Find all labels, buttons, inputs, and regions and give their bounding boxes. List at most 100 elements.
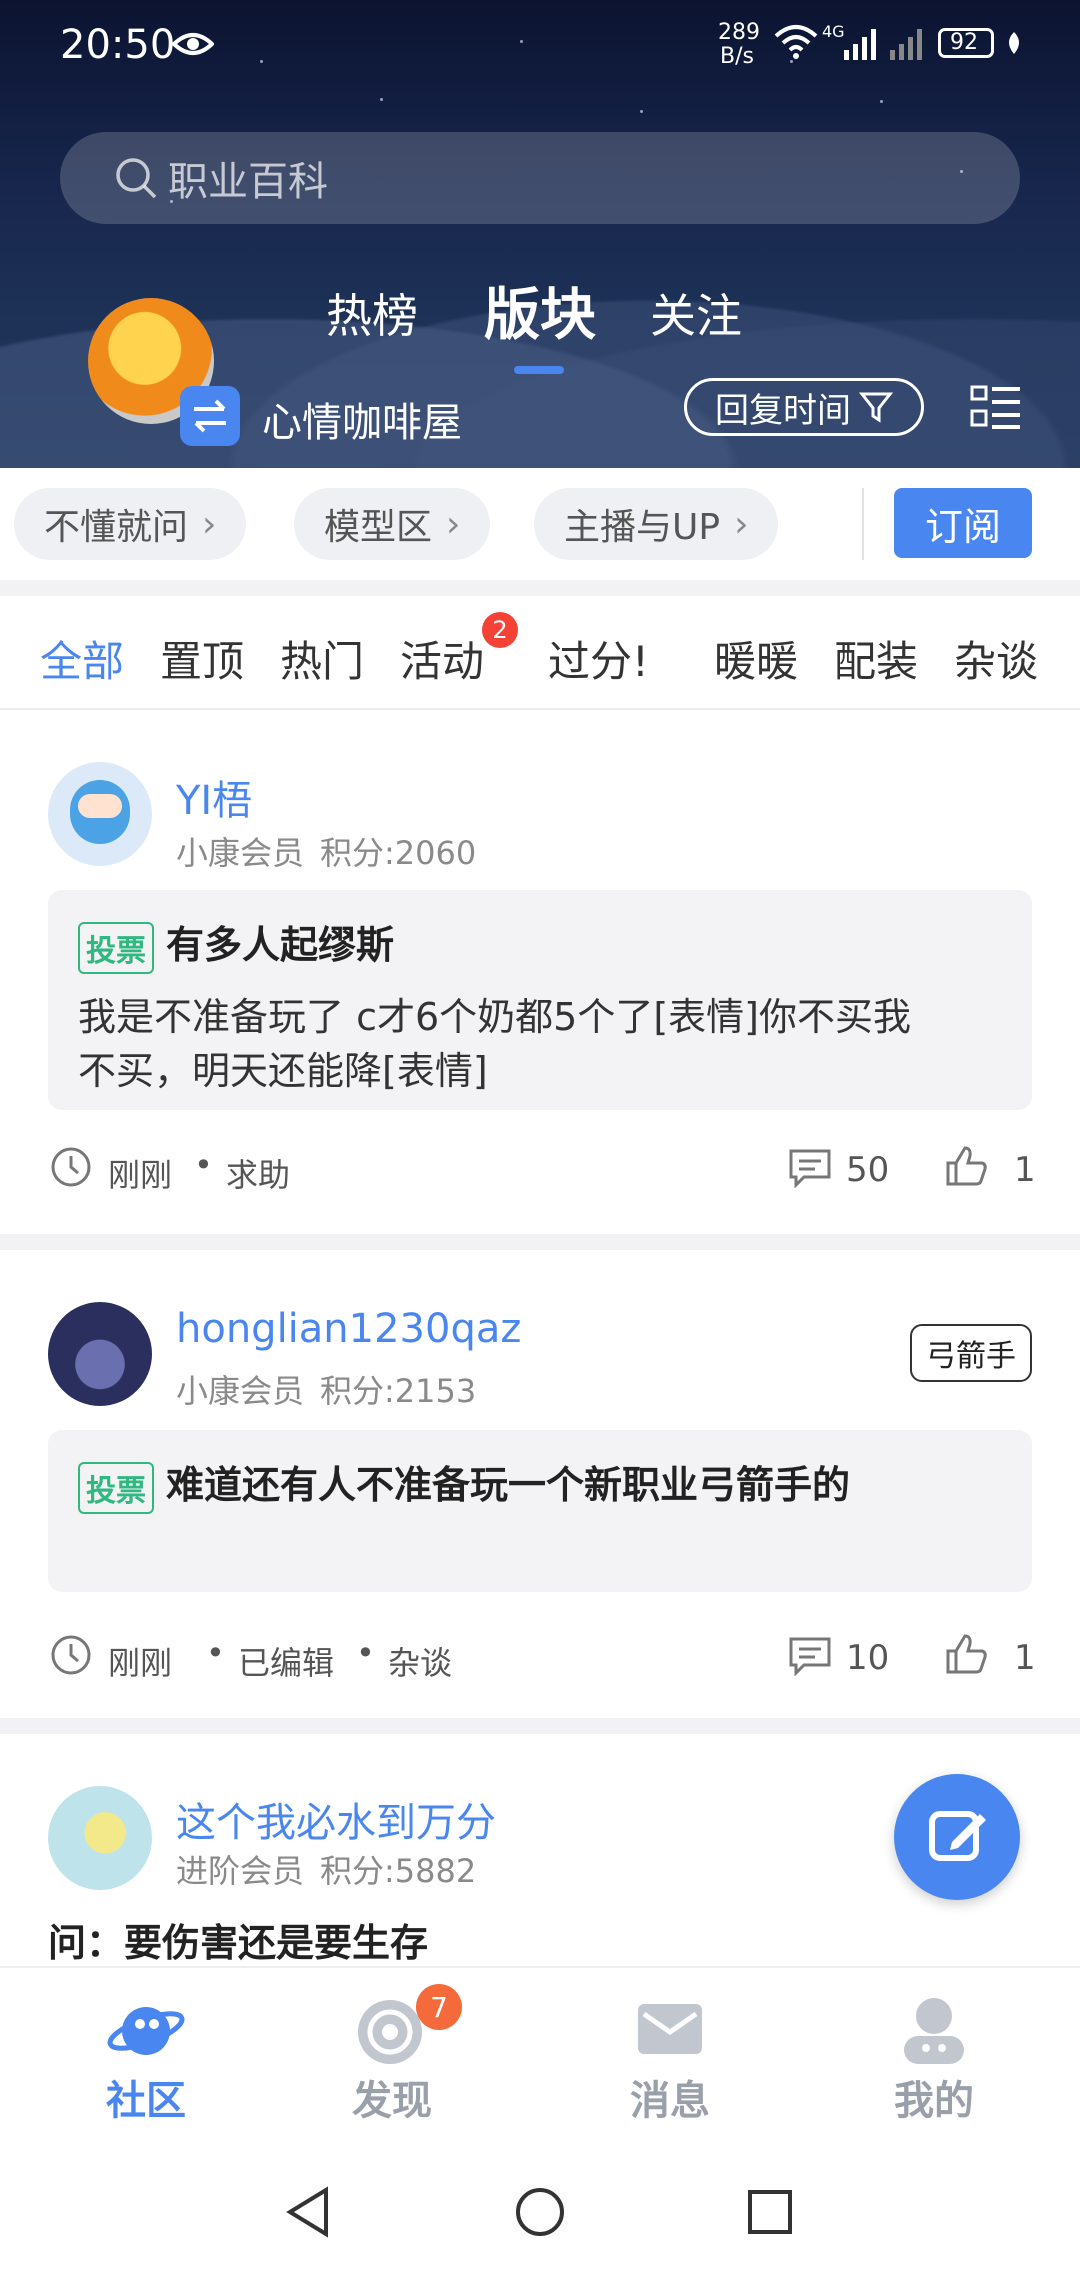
member-score: 积分:2060 <box>320 834 477 872</box>
category-tab-overboard[interactable]: 过分! <box>548 628 649 689</box>
sub-board-label: 模型区 <box>324 507 433 548</box>
post-time: 刚刚 <box>108 1156 173 1194</box>
filter-icon <box>859 392 893 423</box>
active-tab-indicator <box>514 366 564 374</box>
subscribe-button[interactable]: 订阅 <box>894 488 1032 558</box>
search-bar[interactable]: 职业百科 <box>60 132 1020 224</box>
avatar[interactable] <box>48 1302 152 1406</box>
post-username[interactable]: 这个我必水到万分 <box>176 1790 496 1848</box>
member-level: 小康会员 <box>176 834 305 872</box>
board-name[interactable]: 心情咖啡屋 <box>262 390 462 448</box>
discover-badge-count: 7 <box>430 1990 448 2024</box>
net-speed-unit: B/s <box>720 44 754 69</box>
section-divider <box>0 580 1080 596</box>
post-username[interactable]: YI梧 <box>176 768 252 826</box>
post-card[interactable]: honglian1230qaz 小康会员 积分:2153 弓箭手 投票 难道还有人… <box>0 1250 1080 1718</box>
bottom-nav: 7 社区 发现 消息 我的 <box>0 1966 1080 2126</box>
category-tab-pinned[interactable]: 置顶 <box>160 628 244 689</box>
search-icon <box>116 158 157 199</box>
wifi-icon <box>774 25 818 59</box>
mail-icon[interactable] <box>634 1998 706 2062</box>
home-icon[interactable] <box>514 2186 566 2238</box>
category-tab-hot[interactable]: 热门 <box>280 628 364 689</box>
net-speed-value: 289 <box>718 20 760 45</box>
member-level: 进阶会员 <box>176 1852 305 1890</box>
category-tab-chat[interactable]: 杂谈 <box>954 628 1038 689</box>
post-content[interactable]: 投票 有多人起缪斯 我是不准备玩了 c才6个奶都5个了[表情]你不买我 不买，明天… <box>48 890 1032 1110</box>
post-body-line: 我是不准备玩了 c才6个奶都5个了[表情]你不买我 <box>78 995 911 1039</box>
sub-board-label: 不懂就问 <box>44 507 189 548</box>
post-divider <box>0 1234 1080 1250</box>
post-title: 难道还有人不准备玩一个新职业弓箭手的 <box>166 1463 851 1507</box>
class-badge: 弓箭手 <box>910 1324 1032 1382</box>
like-icon[interactable] <box>944 1632 988 1676</box>
post-title: 问：要伤害还是要生存 <box>48 1921 429 1965</box>
comment-count: 10 <box>846 1638 890 1678</box>
like-icon[interactable] <box>944 1144 988 1188</box>
tab-follow[interactable]: 关注 <box>650 280 742 346</box>
sub-board-label: 主播与UP <box>564 507 721 548</box>
comment-count: 50 <box>846 1150 890 1190</box>
comment-icon[interactable] <box>788 1148 832 1188</box>
header-banner: 20:50 289 B/s 4G 92 职业百科 心情咖啡屋 热榜 版块 关注 … <box>0 0 1080 468</box>
post-content[interactable]: 投票 难道还有人不准备玩一个新职业弓箭手的 <box>48 1430 1032 1592</box>
row-divider <box>862 488 864 560</box>
member-level: 小康会员 <box>176 1372 305 1410</box>
profile-icon[interactable] <box>896 1992 972 2068</box>
meta-dot: • <box>206 1634 225 1672</box>
chevron-right-icon: › <box>734 503 749 545</box>
post-category[interactable]: 杂谈 <box>388 1638 452 1684</box>
meta-dot: • <box>194 1146 213 1184</box>
battery-level: 92 <box>950 30 978 55</box>
planet-icon[interactable] <box>106 1996 186 2066</box>
post-username[interactable]: honglian1230qaz <box>176 1306 521 1352</box>
status-time: 20:50 <box>60 22 176 68</box>
post-card[interactable]: YI梧 小康会员 积分:2060 投票 有多人起缪斯 我是不准备玩了 c才6个奶都… <box>0 712 1080 1232</box>
nav-label-messages[interactable]: 消息 <box>570 2068 770 2126</box>
events-badge: 2 <box>482 612 518 648</box>
nav-label-community[interactable]: 社区 <box>46 2068 246 2126</box>
signal-2-icon <box>890 29 922 60</box>
leaf-icon <box>1009 32 1019 54</box>
post-category[interactable]: 求助 <box>226 1150 290 1196</box>
nav-label-mine[interactable]: 我的 <box>834 2068 1034 2126</box>
sub-board-pill[interactable]: 主播与UP › <box>534 488 779 560</box>
edited-label: 已编辑 <box>238 1644 335 1682</box>
events-badge-count: 2 <box>492 616 508 644</box>
like-count: 1 <box>1014 1638 1036 1678</box>
nav-label-discover[interactable]: 发现 <box>292 2068 492 2126</box>
compose-button[interactable] <box>894 1774 1020 1900</box>
chevron-right-icon: › <box>202 503 217 545</box>
category-tab-all[interactable]: 全部 <box>40 628 124 689</box>
category-tab-events[interactable]: 活动 <box>400 628 484 689</box>
post-body-line: 不买，明天还能降[表情] <box>78 1049 488 1093</box>
vote-tag: 投票 <box>78 921 154 974</box>
category-tab-warm[interactable]: 暖暖 <box>714 628 798 689</box>
sub-board-pill[interactable]: 模型区 › <box>294 488 491 560</box>
recents-icon[interactable] <box>746 2188 794 2236</box>
member-score: 积分:5882 <box>320 1852 477 1890</box>
sub-board-pill[interactable]: 不懂就问 › <box>14 488 247 560</box>
category-tab-gear[interactable]: 配装 <box>834 628 918 689</box>
switch-board-button[interactable] <box>180 386 240 446</box>
avatar[interactable] <box>48 762 152 866</box>
back-icon[interactable] <box>284 2186 332 2238</box>
clock-icon <box>51 1147 91 1187</box>
avatar[interactable] <box>48 1786 152 1890</box>
category-divider <box>0 708 1080 710</box>
discover-badge: 7 <box>416 1984 462 2030</box>
edit-icon <box>929 1811 986 1861</box>
tab-boards[interactable]: 版块 <box>484 270 596 351</box>
chevron-right-icon: › <box>446 503 461 545</box>
status-bar: 20:50 289 B/s 4G 92 <box>0 0 1080 90</box>
member-score: 积分:2153 <box>320 1372 477 1410</box>
meta-dot: • <box>356 1634 375 1672</box>
sort-button[interactable]: 回复时间 <box>684 378 924 436</box>
class-badge-label: 弓箭手 <box>926 1339 1016 1374</box>
sort-label: 回复时间 <box>715 390 851 431</box>
comment-icon[interactable] <box>788 1636 832 1676</box>
eye-icon <box>172 33 214 55</box>
search-placeholder: 职业百科 <box>168 159 328 205</box>
tab-hot-list[interactable]: 热榜 <box>326 280 418 346</box>
list-view-icon[interactable] <box>970 384 1022 430</box>
